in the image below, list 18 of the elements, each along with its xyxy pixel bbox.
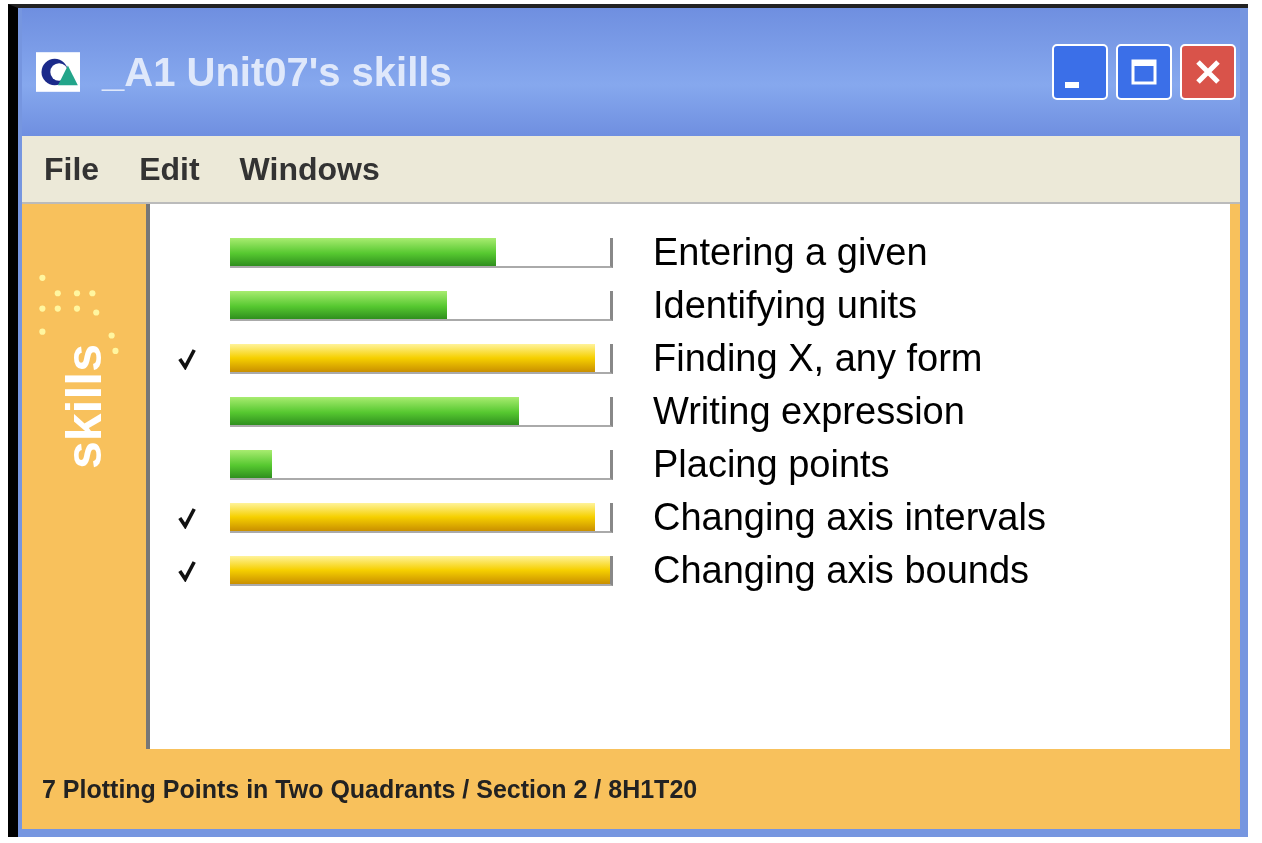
maximize-button[interactable]	[1116, 44, 1172, 100]
status-text: 7 Plotting Points in Two Quadrants / Section 2 / 8H1T20	[42, 774, 698, 804]
skill-label: Entering a given	[653, 231, 928, 274]
skill-label: Changing axis intervals	[653, 496, 1046, 539]
menu-item[interactable]: File	[44, 150, 100, 188]
skill-label: Finding X, any form	[653, 337, 983, 380]
minimize-icon	[1065, 82, 1079, 88]
window-title: _A1 Unit07's skills	[102, 49, 452, 95]
skill-label: Placing points	[653, 443, 890, 486]
skill-label: Changing axis bounds	[653, 549, 1030, 592]
menu-item[interactable]: Windows	[239, 150, 380, 188]
minimize-button[interactable]	[1052, 44, 1108, 100]
close-button[interactable]	[1180, 44, 1236, 100]
skill-label: Writing expression	[653, 390, 965, 433]
sidebar-label: skills	[55, 344, 113, 470]
app-logo-icon	[36, 52, 80, 92]
menu-item[interactable]: Edit	[139, 150, 200, 188]
skill-label: Identifying units	[653, 284, 918, 327]
